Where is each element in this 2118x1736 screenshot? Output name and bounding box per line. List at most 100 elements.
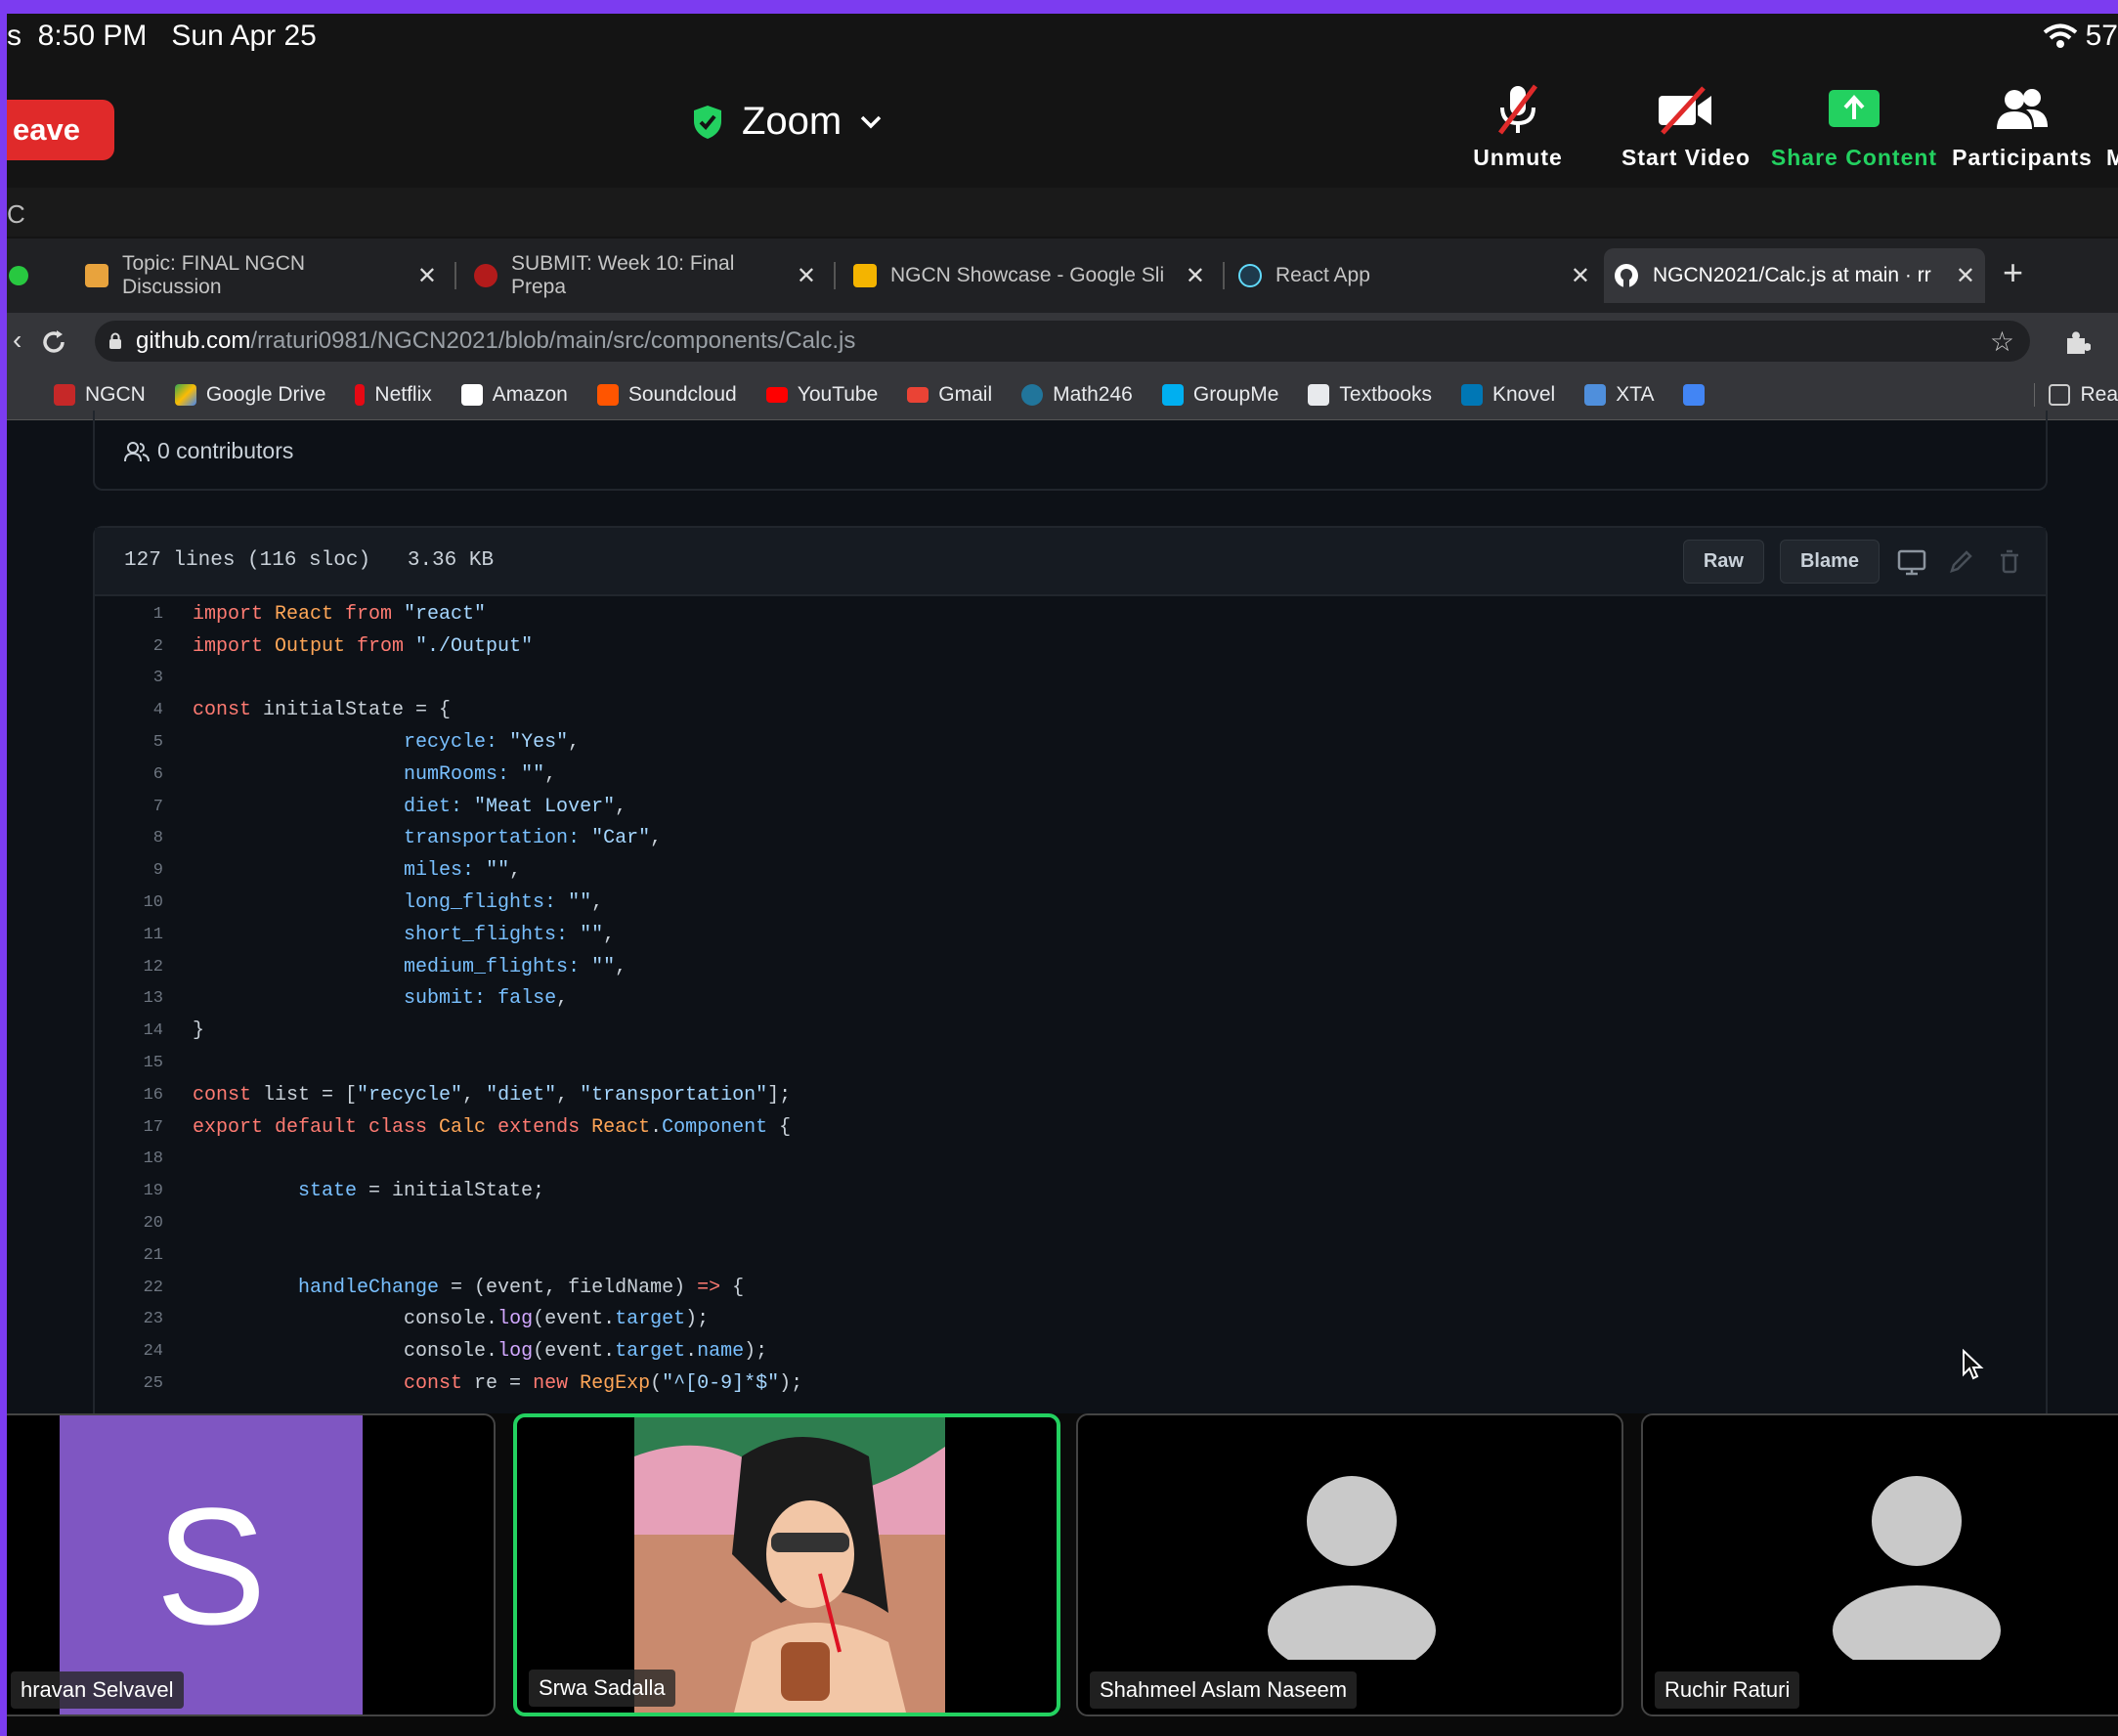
bookmark-math246[interactable]: Math246	[1021, 383, 1133, 407]
code-token: React	[591, 1115, 651, 1139]
code-token: initialState = {	[263, 699, 452, 722]
line-number[interactable]: 7	[95, 798, 193, 816]
raw-button[interactable]: Raw	[1682, 540, 1764, 584]
more-icon	[2106, 82, 2118, 137]
line-number[interactable]: 2	[95, 637, 193, 656]
blame-button[interactable]: Blame	[1779, 540, 1880, 584]
close-icon[interactable]: ✕	[797, 262, 816, 290]
participant-tile[interactable]: S hravan Selvavel	[7, 1413, 496, 1716]
start-video-button[interactable]: Start Video	[1602, 82, 1770, 171]
line-number[interactable]: 14	[95, 1021, 193, 1040]
line-number[interactable]: 24	[95, 1342, 193, 1361]
url-field[interactable]: github.com/rraturi0981/NGCN2021/blob/mai…	[95, 321, 2030, 362]
line-number[interactable]: 10	[95, 893, 193, 912]
reading-list[interactable]: Rea	[2034, 382, 2118, 407]
share-content-button[interactable]: Share Content	[1770, 82, 1938, 171]
bookmark-unnamed[interactable]	[1683, 383, 1706, 406]
tab-ngcn-discussion[interactable]: Topic: FINAL NGCN Discussion ✕	[75, 248, 447, 303]
line-content: const initialState = {	[193, 699, 451, 721]
bookmark-knovel[interactable]: Knovel	[1460, 383, 1555, 407]
bookmark-label: Netflix	[374, 382, 432, 406]
line-number[interactable]: 9	[95, 861, 193, 880]
extensions-puzzle-icon[interactable]	[2063, 328, 2091, 356]
code-token: console.	[193, 1340, 498, 1364]
close-icon[interactable]: ✕	[1956, 262, 1975, 290]
tab-ngcn-showcase[interactable]: NGCN Showcase - Google Sli ✕	[843, 248, 1215, 303]
bookmark-amazon[interactable]: Amazon	[460, 383, 568, 407]
window-maximize-dot-icon[interactable]	[7, 264, 30, 287]
line-number[interactable]: 19	[95, 1182, 193, 1200]
tab-submit-week10[interactable]: SUBMIT: Week 10: Final Prepa ✕	[464, 248, 826, 303]
line-number[interactable]: 23	[95, 1310, 193, 1328]
share-content-label: Share Content	[1770, 145, 1938, 170]
line-number[interactable]: 8	[95, 829, 193, 847]
line-number[interactable]: 18	[95, 1150, 193, 1168]
code-token: React	[275, 602, 346, 626]
bookmark-groupme[interactable]: GroupMe	[1161, 383, 1278, 407]
code-line: 20	[95, 1207, 802, 1239]
bookmark-favicon-icon	[1683, 383, 1706, 406]
bookmark-google-drive[interactable]: Google Drive	[174, 383, 325, 407]
bookmark-youtube[interactable]: YouTube	[765, 383, 878, 407]
bookmark-gmail[interactable]: Gmail	[907, 383, 992, 407]
close-icon[interactable]: ✕	[417, 262, 437, 290]
contributors-box: 0 contributors	[93, 411, 2048, 491]
zoom-title[interactable]: Zoom	[691, 100, 883, 144]
bookmark-netflix[interactable]: Netflix	[355, 382, 432, 407]
close-icon[interactable]: ✕	[1571, 262, 1590, 290]
line-number[interactable]: 13	[95, 989, 193, 1008]
line-number[interactable]: 20	[95, 1214, 193, 1233]
desktop-icon[interactable]	[1895, 545, 1928, 579]
xta-icon	[1584, 383, 1607, 406]
code-viewer: 127 lines (116 sloc) 3.36 KB Raw Blame 1…	[93, 526, 2048, 1468]
participant-tile-active-speaker[interactable]: Srwa Sadalla	[513, 1413, 1060, 1716]
bookmark-xta[interactable]: XTA	[1584, 383, 1654, 407]
tab-react-app[interactable]: React App ✕	[1229, 248, 1600, 303]
line-number[interactable]: 11	[95, 926, 193, 944]
more-button[interactable]: M	[2106, 82, 2118, 171]
line-number[interactable]: 25	[95, 1374, 193, 1393]
code-token: ,	[615, 955, 627, 978]
trash-icon[interactable]	[1993, 545, 2026, 579]
line-number[interactable]: 4	[95, 701, 193, 719]
new-tab-icon[interactable]: +	[2003, 252, 2023, 293]
back-arrow-icon[interactable]: ‹	[13, 325, 22, 356]
star-icon[interactable]: ☆	[1990, 326, 2014, 358]
contributors[interactable]: 0 contributors	[124, 438, 293, 464]
code-token: Output	[275, 634, 358, 658]
reload-icon[interactable]	[40, 328, 67, 356]
line-number[interactable]: 17	[95, 1118, 193, 1137]
code-token: Calc	[439, 1115, 498, 1139]
participant-tile[interactable]: Shahmeel Aslam Naseem	[1076, 1413, 1623, 1716]
zoom-title-label: Zoom	[742, 100, 843, 143]
line-number[interactable]: 5	[95, 733, 193, 752]
line-number[interactable]: 3	[95, 669, 193, 687]
participant-tile[interactable]: Ruchir Raturi	[1641, 1413, 2118, 1716]
groupme-icon	[1161, 383, 1184, 406]
line-number[interactable]: 15	[95, 1054, 193, 1072]
url-path: /rraturi0981/NGCN2021/blob/main/src/comp…	[250, 327, 856, 354]
google-drive-icon	[174, 383, 196, 406]
leave-button[interactable]: eave	[7, 100, 114, 160]
pencil-icon[interactable]	[1944, 545, 1977, 579]
tab-title: React App	[1275, 264, 1370, 286]
code-token: .	[685, 1340, 698, 1364]
file-header: 127 lines (116 sloc) 3.36 KB Raw Blame	[95, 528, 2046, 596]
code-token: "transportation"	[580, 1083, 768, 1107]
zoom-toolbar: eave Zoom Unmute Start Video Share Conte…	[7, 61, 2118, 188]
close-icon[interactable]: ✕	[1186, 262, 1205, 290]
bookmark-soundcloud[interactable]: Soundcloud	[596, 383, 737, 407]
unmute-button[interactable]: Unmute	[1434, 82, 1602, 171]
line-number[interactable]: 1	[95, 605, 193, 624]
line-number[interactable]: 12	[95, 958, 193, 976]
bookmark-ngcn[interactable]: NGCN	[54, 383, 146, 407]
line-number[interactable]: 21	[95, 1246, 193, 1265]
bookmark-textbooks[interactable]: Textbooks	[1308, 383, 1432, 407]
code-token: (	[650, 1372, 663, 1396]
participant-name: hravan Selvavel	[11, 1671, 184, 1709]
line-number[interactable]: 16	[95, 1086, 193, 1105]
tab-github-calc[interactable]: NGCN2021/Calc.js at main · rr ✕	[1604, 248, 1985, 303]
line-number[interactable]: 22	[95, 1279, 193, 1297]
participants-button[interactable]: Participants	[1938, 82, 2106, 171]
line-number[interactable]: 6	[95, 765, 193, 784]
